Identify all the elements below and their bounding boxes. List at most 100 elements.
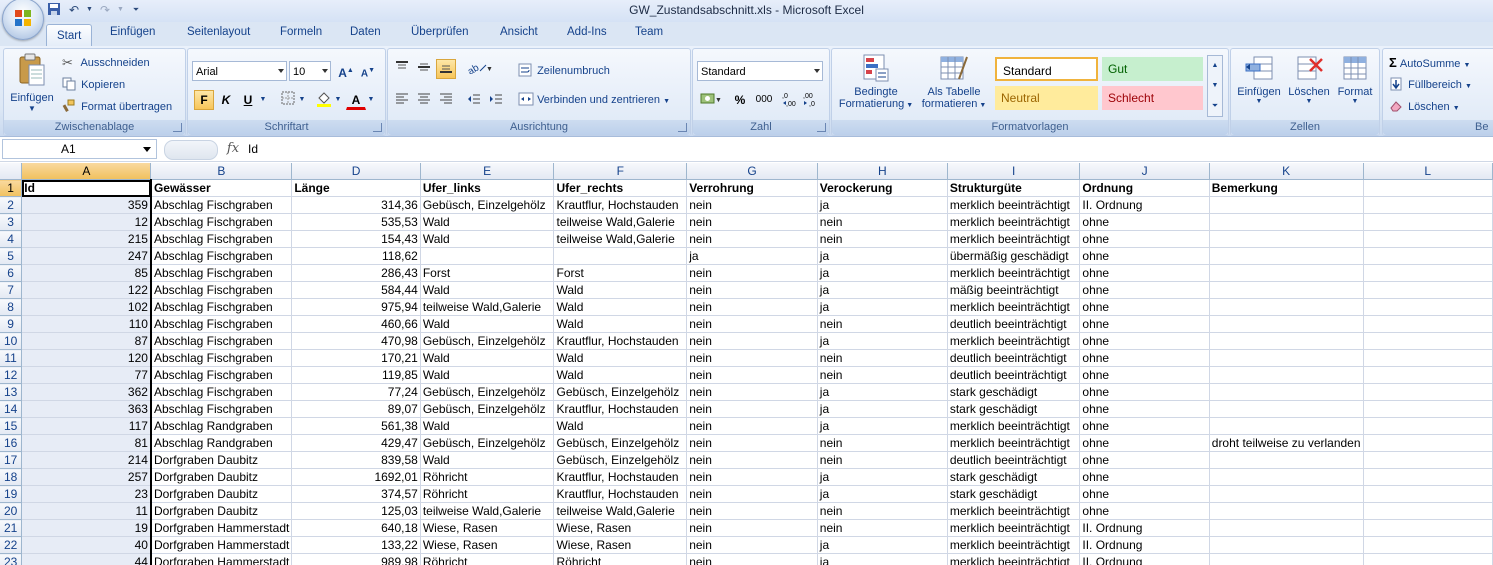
cell[interactable] <box>1363 247 1493 265</box>
font-color-icon[interactable]: A <box>346 90 366 110</box>
tab-formeln[interactable]: Formeln <box>280 26 322 38</box>
cell[interactable]: ohne <box>1079 383 1210 401</box>
cell[interactable]: ohne <box>1079 349 1210 367</box>
row-header[interactable]: 15 <box>0 417 23 435</box>
cell[interactable]: Krautflur, Hochstauden <box>553 196 688 214</box>
shrink-font-icon[interactable]: A▼ <box>358 61 378 81</box>
cell[interactable] <box>1363 332 1493 350</box>
merge-center-button[interactable]: Verbinden und zentrieren ▼ <box>518 92 670 108</box>
cell[interactable] <box>1363 519 1493 537</box>
cell[interactable]: nein <box>686 536 818 554</box>
cell[interactable]: ohne <box>1079 502 1210 520</box>
cell[interactable]: 85 <box>21 264 152 282</box>
cell[interactable]: 363 <box>21 400 152 418</box>
style-neutral[interactable]: Neutral <box>995 86 1098 110</box>
cell[interactable]: 89,07 <box>291 400 421 418</box>
cell[interactable]: ja <box>817 383 948 401</box>
cell[interactable]: 44 <box>21 553 152 565</box>
cell[interactable] <box>1209 468 1364 486</box>
conditional-formatting-button[interactable]: Bedingte Formatierung ▼ <box>836 53 916 110</box>
header-cell[interactable] <box>1363 179 1493 197</box>
cell[interactable]: Dorfgraben Hammerstadt <box>149 536 293 554</box>
cell[interactable]: merklich beeinträchtigt <box>947 434 1081 452</box>
cell[interactable] <box>1363 400 1493 418</box>
cut-button[interactable]: ✂ Ausschneiden <box>62 55 150 71</box>
cell[interactable] <box>1209 519 1364 537</box>
cell[interactable]: 122 <box>21 281 152 299</box>
column-header-b[interactable]: B <box>150 163 293 180</box>
cell[interactable]: nein <box>817 213 948 231</box>
row-header[interactable]: 3 <box>0 213 23 231</box>
cell[interactable]: Wald <box>553 281 688 299</box>
cell[interactable]: Krautflur, Hochstauden <box>553 468 688 486</box>
cell[interactable]: deutlich beeinträchtigt <box>947 366 1081 384</box>
cell[interactable] <box>1363 434 1493 452</box>
fill-button[interactable]: Füllbereich ▼ <box>1389 77 1472 93</box>
cell[interactable]: 215 <box>21 230 152 248</box>
cell[interactable]: teilweise Wald,Galerie <box>553 502 688 520</box>
cell[interactable]: nein <box>817 315 948 333</box>
cell[interactable]: Wiese, Rasen <box>553 536 688 554</box>
row-header[interactable]: 8 <box>0 298 23 316</box>
cell[interactable]: Abschlag Fischgraben <box>149 349 293 367</box>
cell[interactable]: ja <box>817 196 948 214</box>
insert-function-icon[interactable]: fx <box>222 139 244 159</box>
cell[interactable]: Wald <box>553 349 688 367</box>
cell[interactable]: Abschlag Fischgraben <box>149 400 293 418</box>
cell[interactable]: Wald <box>420 281 555 299</box>
cell[interactable] <box>1363 281 1493 299</box>
cell[interactable]: Abschlag Fischgraben <box>149 247 293 265</box>
cell[interactable] <box>1209 315 1364 333</box>
cell[interactable]: ohne <box>1079 468 1210 486</box>
scroll-up-icon[interactable]: ▲ <box>1208 56 1222 76</box>
cell[interactable]: merklich beeinträchtigt <box>947 536 1081 554</box>
header-cell[interactable]: Ordnung <box>1079 179 1210 197</box>
cell[interactable]: 257 <box>21 468 152 486</box>
cell[interactable]: Abschlag Fischgraben <box>149 230 293 248</box>
cell[interactable]: Gebüsch, Einzelgehölz <box>553 451 688 469</box>
cell[interactable]: nein <box>686 213 818 231</box>
cell[interactable]: nein <box>817 366 948 384</box>
cell[interactable]: Wiese, Rasen <box>420 519 555 537</box>
cell[interactable]: Röhricht <box>420 485 555 503</box>
cell[interactable] <box>420 247 555 265</box>
cell[interactable]: 561,38 <box>291 417 421 435</box>
row-header[interactable]: 13 <box>0 383 23 401</box>
cell[interactable]: ja <box>817 536 948 554</box>
align-left-icon[interactable] <box>392 91 412 111</box>
cell[interactable]: ohne <box>1079 434 1210 452</box>
cell[interactable]: Dorfgraben Daubitz <box>149 485 293 503</box>
cell[interactable]: 359 <box>21 196 152 214</box>
increase-decimal-icon[interactable]: ,0,00 <box>781 90 801 110</box>
cell[interactable]: Dorfgraben Daubitz <box>149 502 293 520</box>
cell[interactable]: 77 <box>21 366 152 384</box>
cell[interactable]: ohne <box>1079 281 1210 299</box>
cell[interactable]: teilweise Wald,Galerie <box>420 298 555 316</box>
cell[interactable]: merklich beeinträchtigt <box>947 298 1081 316</box>
tab-add-ins[interactable]: Add-Ins <box>567 26 607 38</box>
cell[interactable] <box>1209 247 1364 265</box>
cell[interactable]: Dorfgraben Daubitz <box>149 468 293 486</box>
column-header-d[interactable]: D <box>291 163 421 180</box>
row-header[interactable]: 21 <box>0 519 23 537</box>
cell[interactable]: ohne <box>1079 213 1210 231</box>
row-header[interactable]: 19 <box>0 485 23 503</box>
cell[interactable]: Wald <box>420 230 555 248</box>
cell[interactable] <box>1209 553 1364 565</box>
cell[interactable]: ohne <box>1079 247 1210 265</box>
cell[interactable] <box>1209 383 1364 401</box>
cell[interactable]: 584,44 <box>291 281 421 299</box>
cell[interactable]: 119,85 <box>291 366 421 384</box>
cell[interactable]: nein <box>686 485 818 503</box>
cell[interactable]: ohne <box>1079 485 1210 503</box>
cell[interactable] <box>1209 366 1364 384</box>
row-header[interactable]: 12 <box>0 366 23 384</box>
cell[interactable]: merklich beeinträchtigt <box>947 213 1081 231</box>
gallery-more-icon[interactable]: ⏷ <box>1208 96 1222 116</box>
cell[interactable]: nein <box>686 434 818 452</box>
row-header[interactable]: 18 <box>0 468 23 486</box>
row-header[interactable]: 17 <box>0 451 23 469</box>
cell[interactable]: Abschlag Fischgraben <box>149 366 293 384</box>
cell[interactable]: 11 <box>21 502 152 520</box>
cell[interactable]: Gebüsch, Einzelgehölz <box>420 196 555 214</box>
